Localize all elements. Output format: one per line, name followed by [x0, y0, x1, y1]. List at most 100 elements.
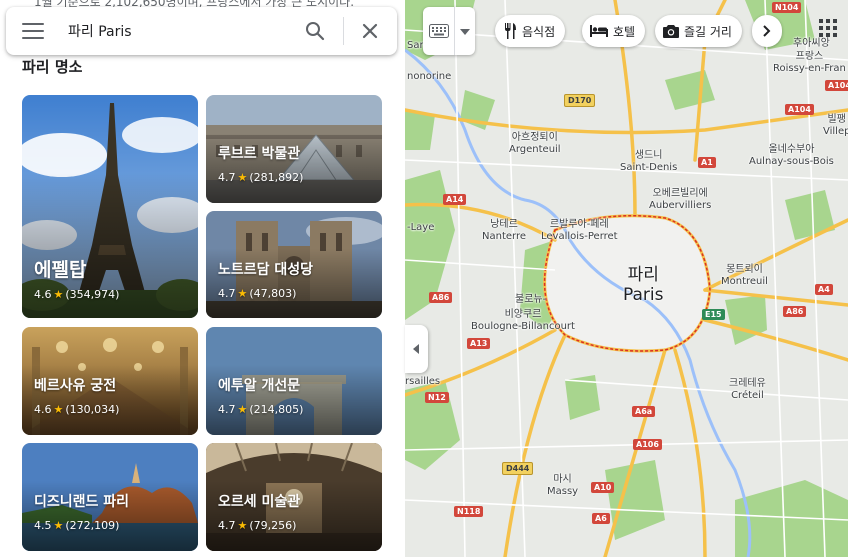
review-count: (272,109)	[65, 519, 120, 532]
place-rating: 4.6 ★ (130,034)	[34, 403, 119, 416]
dropdown-arrow-icon[interactable]	[460, 29, 470, 35]
map-label-text: Saint-Denis	[620, 162, 678, 173]
map-label[interactable]: 생드니 Saint-Denis	[620, 150, 677, 174]
map-label-text: 르발루아-페레	[549, 219, 609, 230]
map-label-text: 아흐정퇴이	[511, 132, 558, 143]
map-label[interactable]: 빌팽 Villep	[823, 114, 848, 138]
place-name: 루브르 박물관	[218, 146, 301, 162]
card-shade	[22, 95, 198, 318]
place-card-versailles[interactable]: 베르사유 궁전 4.6 ★ (130,034)	[22, 327, 198, 435]
place-card-disneyland-paris[interactable]: 디즈니랜드 파리 4.5 ★ (272,109)	[22, 443, 198, 551]
place-rating: 4.7 ★ (281,892)	[218, 171, 303, 184]
place-name: 오르세 미술관	[218, 494, 301, 510]
chips-next-button[interactable]	[752, 15, 782, 47]
map-label-text: Boulogne-Billancourt	[471, 321, 575, 332]
map-label[interactable]: 르발루아-페레 Levallois-Perret	[541, 219, 618, 243]
map-label-text: Paris	[623, 285, 664, 305]
map-label[interactable]: 올네수부아 Aulnay-sous-Bois	[749, 144, 834, 168]
place-card-arc-de-triomphe[interactable]: 에투알 개선문 4.7 ★ (214,805)	[206, 327, 382, 435]
search-divider	[343, 17, 344, 45]
road-shield: D170	[564, 94, 596, 107]
map-label-text: 오베르빌리에	[652, 188, 708, 199]
place-rating: 4.7 ★ (47,803)	[218, 287, 296, 300]
map-label[interactable]: 낭테르 Nanterre	[482, 219, 526, 243]
road-shield: A14	[443, 194, 467, 205]
star-icon: ★	[237, 403, 248, 416]
road-shield: N12	[425, 392, 449, 403]
star-icon: ★	[53, 288, 64, 301]
map-label-text: 비양쿠르	[504, 309, 542, 320]
map-label[interactable]: 프랑스 Roissy-en-Fran	[773, 51, 846, 75]
hamburger-menu-icon[interactable]	[22, 23, 44, 39]
map-label-text: Aubervilliers	[649, 200, 712, 211]
map-label-text: 파리	[627, 265, 659, 285]
map-label-text: Créteil	[731, 390, 764, 401]
map-label-text: Villep	[823, 126, 848, 137]
place-name: 베르사유 궁전	[34, 378, 117, 394]
road-shield: N118	[454, 506, 484, 517]
star-icon: ★	[237, 287, 248, 300]
bed-icon	[590, 25, 608, 37]
map-view[interactable]: 파리 Paris 아흐정퇴이 Argenteuil 생드니 Saint-Denis …	[405, 0, 848, 557]
collapse-panel-button[interactable]	[405, 325, 428, 373]
map-label[interactable]: 몽트뢰이 Montreuil	[721, 264, 768, 288]
input-tools-button[interactable]	[423, 7, 475, 55]
google-apps-icon[interactable]	[818, 18, 838, 38]
caret-left-icon	[413, 344, 419, 354]
map-label-text: 후아씨앙	[793, 38, 830, 49]
place-card-eiffel-tower[interactable]: 에펠탑 4.6 ★ (354,974)	[22, 95, 198, 318]
map-label-text: 마시	[553, 474, 572, 485]
road-shield: N104	[772, 2, 802, 13]
map-label[interactable]: nonorine	[407, 71, 451, 83]
star-icon: ★	[237, 519, 248, 532]
chip-label: 음식점	[522, 24, 556, 39]
map-label[interactable]: 후아씨앙	[793, 38, 830, 50]
map-label-text: Nanterre	[482, 231, 526, 242]
map-label-text: Montreuil	[721, 276, 768, 287]
rating-value: 4.7	[218, 403, 236, 416]
road-shield: A1	[698, 157, 716, 168]
chip-hotels[interactable]: 호텔	[582, 15, 646, 47]
review-count: (47,803)	[249, 287, 297, 300]
map-label[interactable]: 마시 Massy	[547, 474, 578, 498]
review-count: (130,034)	[65, 403, 120, 416]
map-label-text: 프랑스	[795, 51, 824, 62]
review-count: (281,892)	[249, 171, 304, 184]
road-shield: A86	[429, 292, 453, 303]
road-shield: A104	[825, 80, 848, 91]
chip-things-to-do[interactable]: 즐길 거리	[655, 15, 742, 47]
chip-restaurants[interactable]: 음식점	[495, 15, 566, 47]
road-shield: D444	[502, 462, 534, 475]
map-label[interactable]: 크레테유 Créteil	[729, 378, 766, 402]
place-card-louvre[interactable]: 루브르 박물관 4.7 ★ (281,892)	[206, 95, 382, 203]
map-label-text: 몽트뢰이	[726, 264, 763, 275]
magnifier-icon[interactable]	[303, 19, 327, 43]
keyboard-icon	[429, 24, 449, 38]
map-label[interactable]: rsailles	[405, 376, 440, 388]
close-icon[interactable]	[358, 19, 382, 43]
place-rating: 4.5 ★ (272,109)	[34, 519, 119, 532]
place-name: 디즈니랜드 파리	[34, 494, 130, 510]
map-label-text: nonorine	[407, 71, 452, 82]
map-label[interactable]: 불로뉴-	[515, 294, 546, 306]
map-label-text: 빌팽	[827, 114, 846, 125]
map-label-text: 낭테르	[490, 219, 518, 230]
place-rating: 4.7 ★ (214,805)	[218, 403, 303, 416]
chip-label: 호텔	[613, 24, 636, 39]
map-label-text: rsailles	[405, 376, 441, 387]
map-label[interactable]: 아흐정퇴이 Argenteuil	[509, 132, 561, 156]
road-shield: A10	[591, 482, 615, 493]
place-name: 에펠탑	[34, 259, 87, 281]
map-label[interactable]: -Laye	[407, 222, 434, 234]
search-box	[6, 7, 397, 55]
map-label[interactable]: 오베르빌리에 Aubervilliers	[649, 188, 711, 212]
road-shield: A6a	[632, 406, 656, 417]
chevron-right-icon	[763, 25, 771, 37]
place-rating: 4.7 ★ (79,256)	[218, 519, 296, 532]
map-label-paris[interactable]: 파리 Paris	[623, 265, 663, 305]
place-card-musee-dorsay[interactable]: 오르세 미술관 4.7 ★ (79,256)	[206, 443, 382, 551]
search-input[interactable]	[68, 17, 298, 45]
place-card-notre-dame[interactable]: 노트르담 대성당 4.7 ★ (47,803)	[206, 211, 382, 318]
map-label[interactable]: 비양쿠르 Boulogne-Billancourt	[471, 309, 575, 333]
review-count: (214,805)	[249, 403, 304, 416]
